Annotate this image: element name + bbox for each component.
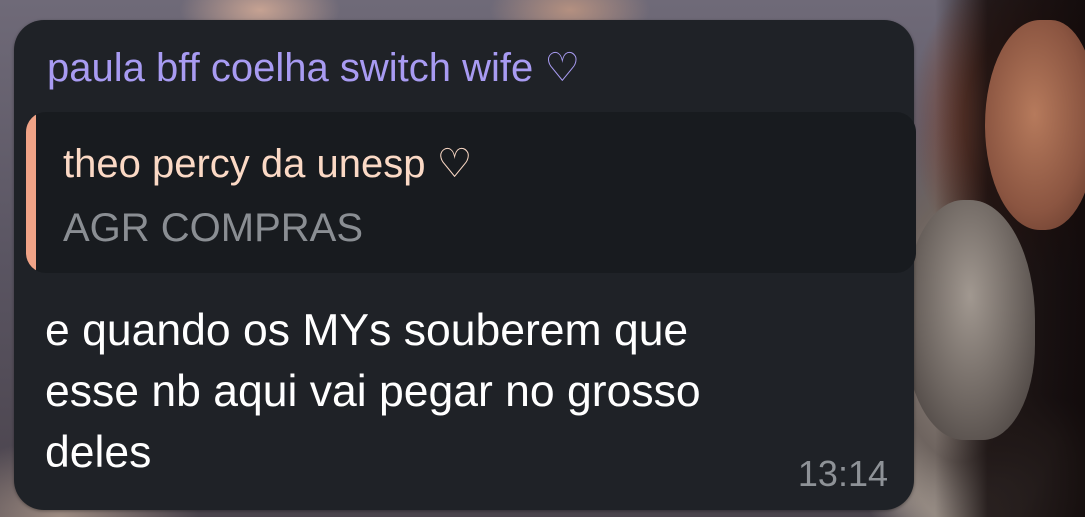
reply-accent-bar	[26, 112, 36, 273]
message-text: e quando os MYs souberem que esse nb aqu…	[45, 306, 701, 477]
reply-author: theo percy da unesp ♡	[63, 142, 473, 186]
wallpaper-photo-dog	[905, 200, 1035, 440]
reply-text: AGR COMPRAS	[63, 206, 364, 250]
sender-name[interactable]: paula bff coelha switch wife ♡	[47, 44, 580, 92]
quoted-reply[interactable]: theo percy da unesp ♡ AGR COMPRAS	[26, 112, 916, 273]
wallpaper-photo-face	[985, 20, 1085, 230]
message-bubble[interactable]: paula bff coelha switch wife ♡ theo perc…	[14, 20, 916, 510]
message-timestamp: 13:14	[797, 453, 888, 494]
